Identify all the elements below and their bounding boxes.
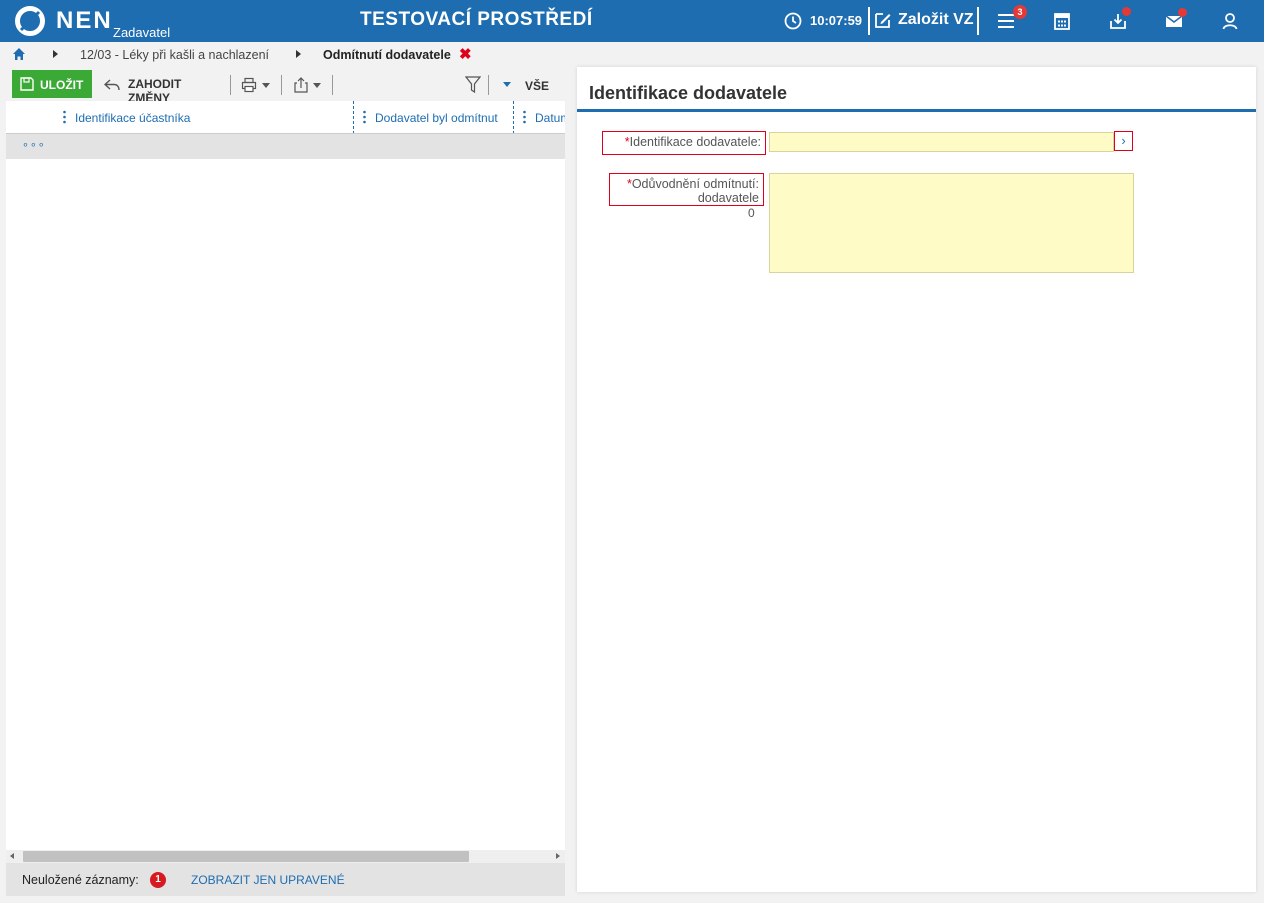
filter-icon[interactable] <box>465 76 481 94</box>
print-dropdown-icon[interactable] <box>262 83 270 88</box>
save-button[interactable]: ULOŽIT <box>12 70 92 98</box>
export-icon[interactable] <box>293 77 309 93</box>
status-bar: Neuložené záznamy: 1 ZOBRAZIT JEN UPRAVE… <box>6 863 565 896</box>
rejection-reason-label-line2: dodavatele <box>697 191 759 205</box>
toolbar-divider <box>281 75 282 95</box>
user-icon[interactable] <box>1220 11 1240 31</box>
rejection-reason-label: *Odůvodnění odmítnutí: dodavatele <box>609 173 764 206</box>
grid-header: Identifikace účastníka Dodavatel byl odm… <box>6 101 565 134</box>
list-panel: ULOŽIT ZAHODIT ZMĚNY VŠE Identifikace úč… <box>6 67 565 896</box>
scroll-right-icon[interactable] <box>556 853 560 859</box>
breadcrumb-current: Odmítnutí dodavatele <box>323 48 451 62</box>
column-header-label: Datum <box>535 111 565 125</box>
discard-changes-button[interactable]: ZAHODIT ZMĚNY <box>102 70 226 105</box>
scroll-left-icon[interactable] <box>10 853 14 859</box>
detail-panel: Identifikace dodavatele *Identifikace do… <box>577 67 1256 892</box>
supplier-id-label: *Identifikace dodavatele: <box>602 131 766 155</box>
column-menu-icon[interactable] <box>523 110 526 124</box>
column-menu-icon[interactable] <box>363 110 366 124</box>
breadcrumb-separator-icon <box>53 50 58 58</box>
column-header-label: Dodavatel byl odmítnut <box>375 111 498 125</box>
breadcrumb: 12/03 - Léky při kašli a nachlazení Odmí… <box>0 42 1264 67</box>
toolbar-divider <box>488 75 489 95</box>
column-divider[interactable] <box>513 101 514 133</box>
inbox-notification-dot <box>1122 7 1131 16</box>
table-row[interactable]: ∘∘∘ <box>6 134 565 159</box>
title-underline <box>577 109 1256 112</box>
export-dropdown-icon[interactable] <box>313 83 321 88</box>
column-divider[interactable] <box>353 101 354 133</box>
column-menu-icon[interactable] <box>63 110 66 124</box>
column-header-label: Identifikace účastníka <box>75 111 191 125</box>
scrollbar-thumb[interactable] <box>23 851 469 862</box>
edit-icon[interactable] <box>874 11 892 29</box>
calculator-icon[interactable] <box>1052 11 1072 31</box>
breadcrumb-item-procurement[interactable]: 12/03 - Léky při kašli a nachlazení <box>80 48 269 62</box>
print-icon[interactable] <box>241 77 257 93</box>
topbar-divider <box>977 7 979 35</box>
home-icon[interactable] <box>12 47 26 61</box>
undo-icon <box>104 79 120 91</box>
show-only-modified-link[interactable]: ZOBRAZIT JEN UPRAVENÉ <box>191 873 345 887</box>
new-vz-button[interactable]: Založit VZ <box>898 11 974 29</box>
row-actions-icon[interactable]: ∘∘∘ <box>22 138 46 151</box>
menu-badge: 3 <box>1013 5 1027 19</box>
breadcrumb-separator-icon <box>296 50 301 58</box>
list-toolbar: ULOŽIT ZAHODIT ZMĚNY VŠE <box>6 67 565 105</box>
mail-notification-dot <box>1178 8 1187 17</box>
environment-title: TESTOVACÍ PROSTŘEDÍ <box>360 9 593 30</box>
supplier-lookup-button[interactable]: › <box>1114 131 1133 151</box>
toolbar-divider <box>230 75 231 95</box>
filter-dropdown-icon[interactable] <box>503 82 511 87</box>
save-button-label: ULOŽIT <box>40 78 84 92</box>
rejection-reason-label-line1: Odůvodnění odmítnutí: <box>631 177 759 191</box>
unsaved-records-label: Neuložené záznamy: <box>22 873 139 887</box>
character-counter: 0 <box>748 206 755 220</box>
toolbar-divider <box>332 75 333 95</box>
floppy-icon <box>20 77 34 91</box>
horizontal-scrollbar[interactable] <box>6 850 565 863</box>
unsaved-count-badge: 1 <box>150 872 166 888</box>
logo-text[interactable]: NEN <box>56 7 113 35</box>
top-bar: NEN Zadavatel TESTOVACÍ PROSTŘEDÍ 10:07:… <box>0 0 1264 42</box>
supplier-id-label-text: Identifikace dodavatele: <box>629 135 761 149</box>
detail-title: Identifikace dodavatele <box>589 83 788 103</box>
nen-logo-icon[interactable] <box>14 5 46 37</box>
logo-subtitle: Zadavatel <box>113 25 171 40</box>
topbar-divider <box>868 7 870 35</box>
session-clock: 10:07:59 <box>810 13 863 28</box>
filter-all-selector[interactable]: VŠE <box>525 79 549 93</box>
supplier-id-input[interactable] <box>769 132 1114 152</box>
rejection-reason-textarea[interactable] <box>769 173 1134 273</box>
clock-icon <box>784 12 802 30</box>
close-tab-icon[interactable]: ✖ <box>459 45 472 63</box>
